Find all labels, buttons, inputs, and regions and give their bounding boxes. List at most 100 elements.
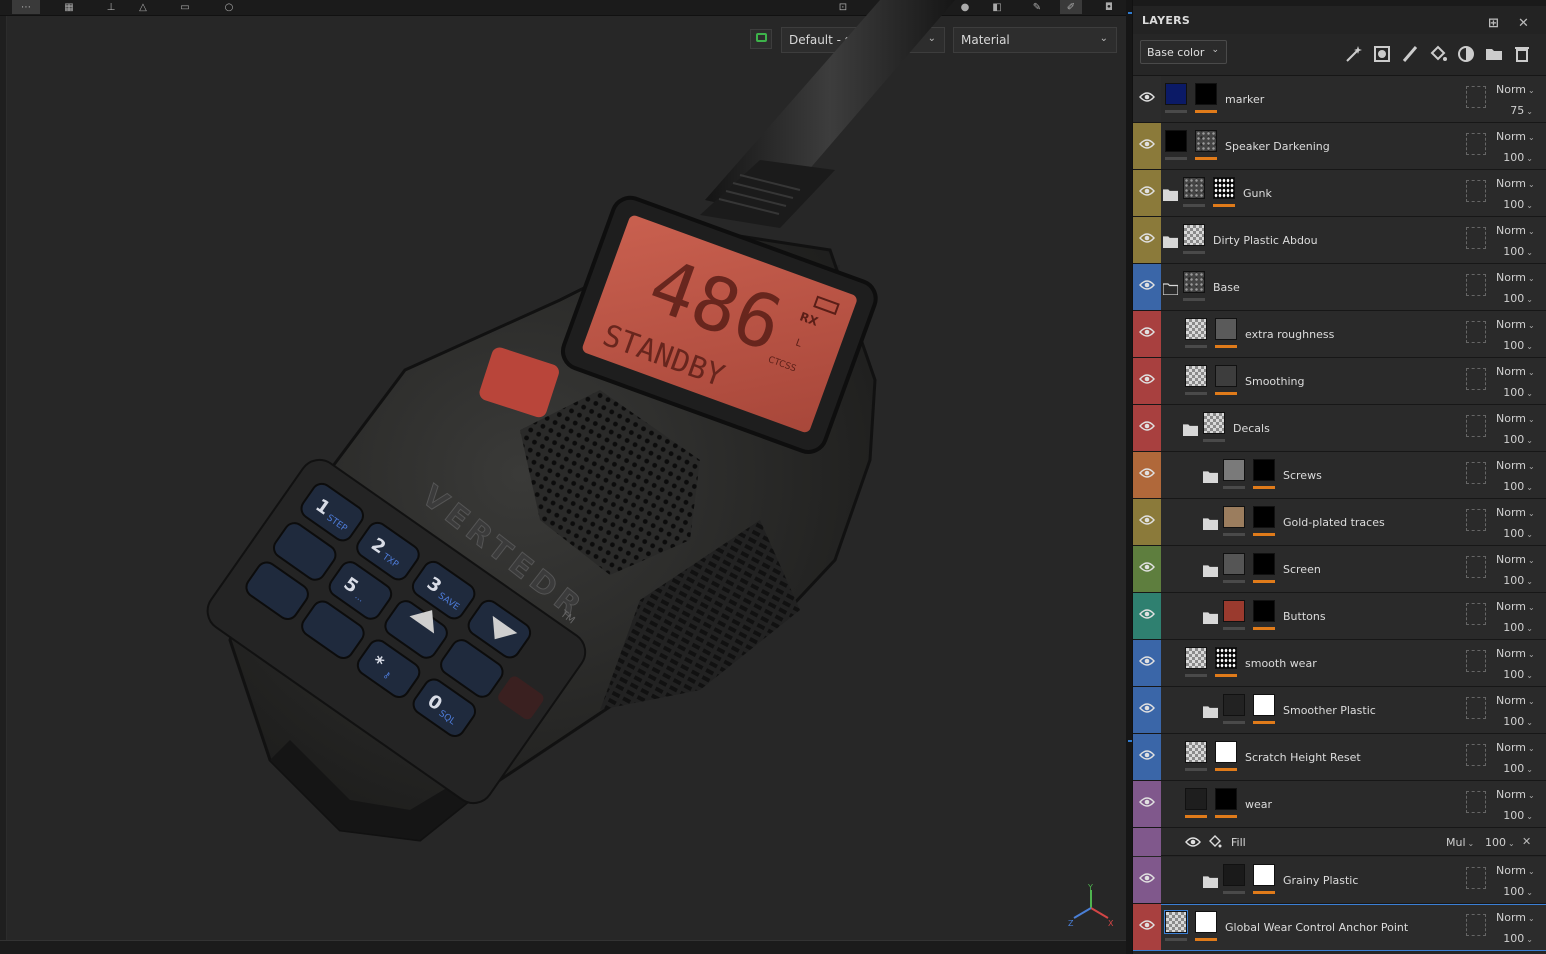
- layer-row[interactable]: Gold-plated traces Norm ⌄ 100 ⌄: [1133, 499, 1546, 546]
- layer-name[interactable]: Smoothing: [1245, 375, 1304, 388]
- eye-icon[interactable]: [1139, 373, 1155, 385]
- eye-icon[interactable]: [1139, 232, 1155, 244]
- layer-row[interactable]: Smoother Plastic Norm ⌄ 100 ⌄: [1133, 687, 1546, 734]
- mask-thumbnail[interactable]: [1195, 83, 1217, 105]
- layer-mask-slot[interactable]: [1466, 650, 1486, 672]
- layer-row[interactable]: Buttons Norm ⌄ 100 ⌄: [1133, 593, 1546, 640]
- blend-mode-select[interactable]: Norm ⌄: [1496, 177, 1535, 190]
- mask-thumbnail[interactable]: [1253, 864, 1275, 886]
- eye-icon[interactable]: [1139, 138, 1155, 150]
- blend-mode-select[interactable]: Norm ⌄: [1496, 864, 1535, 877]
- eye-icon[interactable]: [1139, 796, 1155, 808]
- opacity-field[interactable]: 100 ⌄: [1503, 668, 1533, 681]
- layer-name[interactable]: Speaker Darkening: [1225, 140, 1330, 153]
- opacity-field[interactable]: 100 ⌄: [1503, 527, 1533, 540]
- layer-name[interactable]: Gunk: [1243, 187, 1272, 200]
- layer-name[interactable]: Buttons: [1283, 610, 1326, 623]
- mask-thumbnail[interactable]: [1195, 130, 1217, 152]
- layer-row[interactable]: Scratch Height Reset Norm ⌄ 100 ⌄: [1133, 734, 1546, 781]
- mask-thumbnail[interactable]: [1253, 600, 1275, 622]
- eye-icon[interactable]: [1139, 919, 1155, 931]
- mask-thumbnail[interactable]: [1215, 741, 1237, 763]
- fill-effect-row[interactable]: Fill Mul ⌄ 100 ⌄ ✕: [1133, 828, 1546, 856]
- layer-mask-slot[interactable]: [1466, 227, 1486, 249]
- close-icon[interactable]: ✕: [1522, 835, 1531, 848]
- opacity-field[interactable]: 75 ⌄: [1510, 104, 1533, 117]
- layer-name[interactable]: Gold-plated traces: [1283, 516, 1385, 529]
- mask-thumbnail[interactable]: [1215, 318, 1237, 340]
- blend-mode-select[interactable]: Norm ⌄: [1496, 365, 1535, 378]
- layer-mask-slot[interactable]: [1466, 86, 1486, 108]
- blend-mode-select[interactable]: Norm ⌄: [1496, 911, 1535, 924]
- layer-name[interactable]: wear: [1245, 798, 1272, 811]
- blend-mode-select[interactable]: Norm ⌄: [1496, 600, 1535, 613]
- layer-mask-slot[interactable]: [1466, 415, 1486, 437]
- layer-row[interactable]: smooth wear Norm ⌄ 100 ⌄: [1133, 640, 1546, 687]
- blend-mode-select[interactable]: Norm ⌄: [1496, 741, 1535, 754]
- mask-thumbnail[interactable]: [1253, 506, 1275, 528]
- layer-thumbnail[interactable]: [1185, 365, 1207, 387]
- layer-mask-slot[interactable]: [1466, 697, 1486, 719]
- folder-icon[interactable]: [1162, 186, 1179, 202]
- layer-mask-slot[interactable]: [1466, 791, 1486, 813]
- eye-icon[interactable]: [1139, 655, 1155, 667]
- layer-mask-slot[interactable]: [1466, 914, 1486, 936]
- close-icon[interactable]: ✕: [1518, 17, 1529, 30]
- mask-thumbnail[interactable]: [1215, 788, 1237, 810]
- layer-row[interactable]: Screws Norm ⌄ 100 ⌄: [1133, 452, 1546, 499]
- folder-icon[interactable]: [1202, 515, 1219, 531]
- eye-icon[interactable]: [1185, 836, 1201, 848]
- layer-row[interactable]: Global Wear Control Anchor Point Norm ⌄ 100…: [1133, 904, 1546, 951]
- layer-mask-slot[interactable]: [1466, 180, 1486, 202]
- effect-blend-select[interactable]: Mul ⌄: [1446, 836, 1474, 849]
- eye-icon[interactable]: [1139, 561, 1155, 573]
- layer-row[interactable]: Gunk Norm ⌄ 100 ⌄: [1133, 170, 1546, 217]
- layer-mask-slot[interactable]: [1466, 556, 1486, 578]
- folder-icon[interactable]: [1202, 609, 1219, 625]
- mask-thumbnail[interactable]: [1253, 553, 1275, 575]
- layer-mask-slot[interactable]: [1466, 867, 1486, 889]
- eye-icon[interactable]: [1139, 872, 1155, 884]
- opacity-field[interactable]: 100 ⌄: [1503, 809, 1533, 822]
- eye-icon[interactable]: [1139, 420, 1155, 432]
- layer-mask-slot[interactable]: [1466, 744, 1486, 766]
- layer-name[interactable]: Grainy Plastic: [1283, 874, 1358, 887]
- opacity-field[interactable]: 100 ⌄: [1503, 574, 1533, 587]
- eye-icon[interactable]: [1139, 279, 1155, 291]
- blend-mode-select[interactable]: Norm ⌄: [1496, 412, 1535, 425]
- eye-icon[interactable]: [1139, 185, 1155, 197]
- channel-select[interactable]: Base color ⌄: [1140, 40, 1227, 64]
- blend-mode-select[interactable]: Norm ⌄: [1496, 694, 1535, 707]
- layer-mask-slot[interactable]: [1466, 133, 1486, 155]
- layer-thumbnail[interactable]: [1183, 271, 1205, 293]
- fill-bucket-icon[interactable]: [1428, 44, 1448, 64]
- mask-thumbnail[interactable]: [1253, 459, 1275, 481]
- layer-thumbnail[interactable]: [1223, 459, 1245, 481]
- effect-opacity-field[interactable]: 100 ⌄: [1485, 836, 1515, 849]
- layer-mask-slot[interactable]: [1466, 368, 1486, 390]
- layer-thumbnail[interactable]: [1223, 864, 1245, 886]
- opacity-field[interactable]: 100 ⌄: [1503, 198, 1533, 211]
- eye-icon[interactable]: [1139, 326, 1155, 338]
- layer-thumbnail[interactable]: [1185, 788, 1207, 810]
- effect-icon[interactable]: [1456, 44, 1476, 64]
- eye-icon[interactable]: [1139, 91, 1155, 103]
- mask-thumbnail[interactable]: [1253, 694, 1275, 716]
- layer-name[interactable]: smooth wear: [1245, 657, 1317, 670]
- layer-row[interactable]: extra roughness Norm ⌄ 100 ⌄: [1133, 311, 1546, 358]
- folder-icon[interactable]: [1202, 562, 1219, 578]
- folder-icon[interactable]: [1182, 421, 1199, 437]
- layer-mask-slot[interactable]: [1466, 603, 1486, 625]
- layer-row[interactable]: wear Norm ⌄ 100 ⌄: [1133, 781, 1546, 828]
- layer-name[interactable]: Global Wear Control Anchor Point: [1225, 921, 1408, 934]
- magic-wand-icon[interactable]: [1344, 44, 1364, 64]
- blend-mode-select[interactable]: Norm ⌄: [1496, 318, 1535, 331]
- layer-name[interactable]: extra roughness: [1245, 328, 1334, 341]
- folder-icon[interactable]: [1202, 703, 1219, 719]
- folder-icon[interactable]: [1202, 873, 1219, 889]
- layer-thumbnail[interactable]: [1223, 600, 1245, 622]
- opacity-field[interactable]: 100 ⌄: [1503, 245, 1533, 258]
- mask-thumbnail[interactable]: [1213, 177, 1235, 199]
- layer-thumbnail[interactable]: [1164, 910, 1188, 934]
- mask-thumbnail[interactable]: [1215, 647, 1237, 669]
